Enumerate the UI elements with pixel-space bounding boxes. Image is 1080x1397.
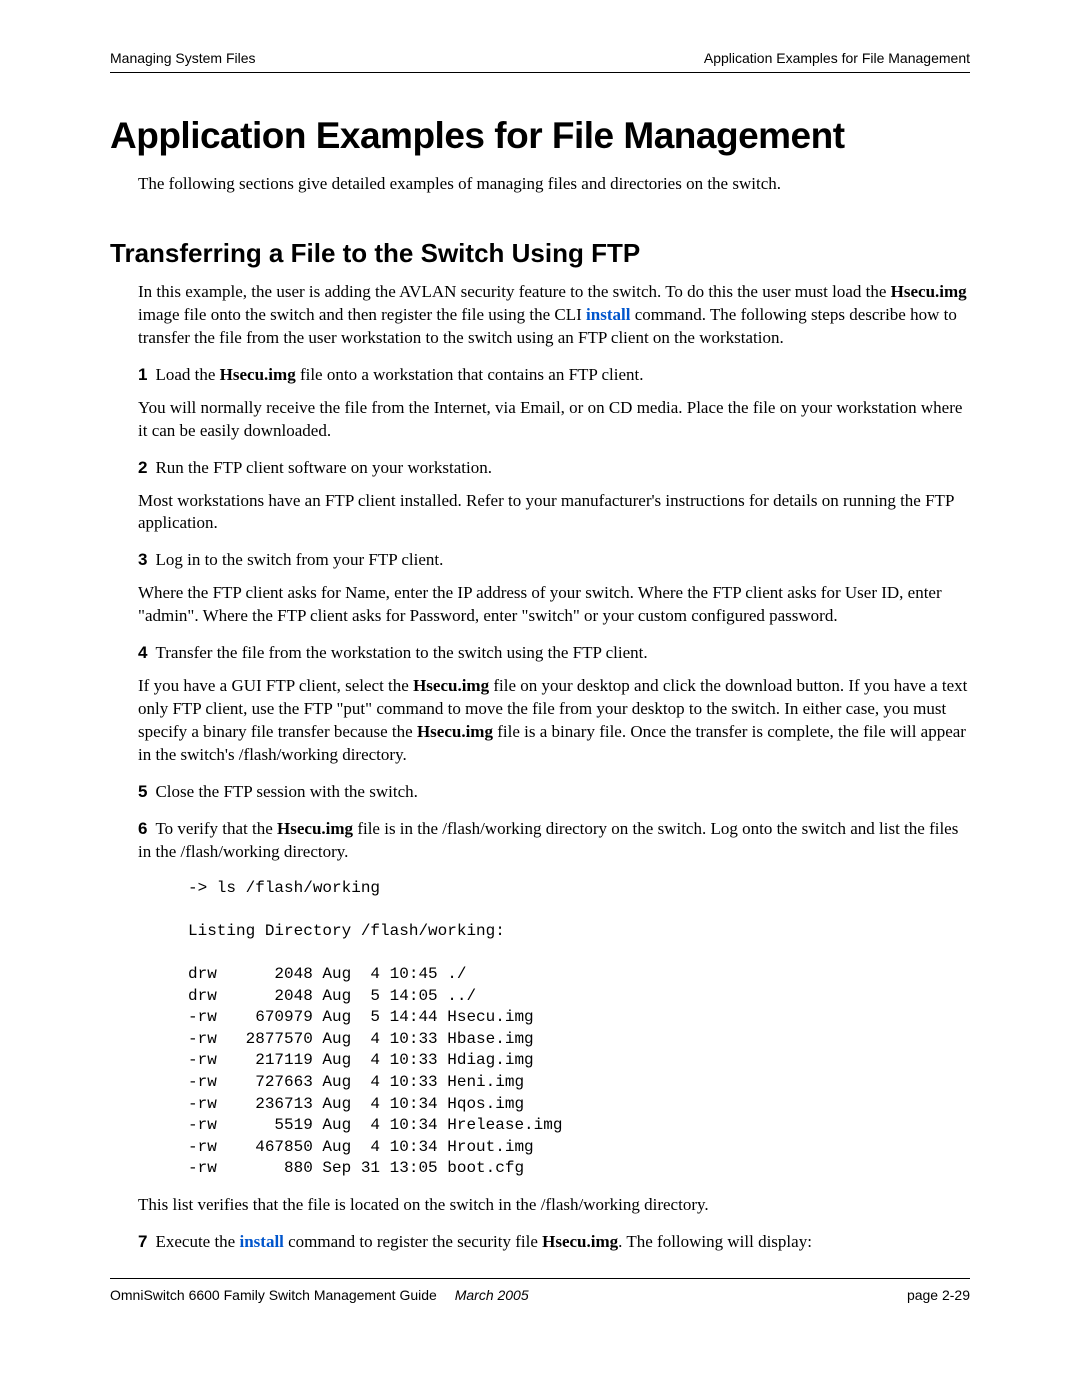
text: Log in to the switch from your FTP clien…: [155, 550, 443, 569]
footer-page: page 2-29: [907, 1287, 970, 1303]
step-2: 2 Run the FTP client software on your wor…: [138, 457, 970, 480]
footer-date: March 2005: [455, 1287, 529, 1303]
paragraph: This list verifies that the file is loca…: [138, 1194, 970, 1217]
text: image file onto the switch and then regi…: [138, 305, 586, 324]
body-block: In this example, the user is adding the …: [138, 281, 970, 1254]
paragraph: Most workstations have an FTP client ins…: [138, 490, 970, 536]
filename: Hsecu.img: [891, 282, 967, 301]
text: Load the: [155, 365, 219, 384]
paragraph: In this example, the user is adding the …: [138, 281, 970, 350]
step-1: 1 Load the Hsecu.img file onto a workstat…: [138, 364, 970, 387]
page: Managing System Files Application Exampl…: [0, 0, 1080, 1397]
text: . The following will display:: [618, 1232, 812, 1251]
section-title: Transferring a File to the Switch Using …: [110, 238, 970, 269]
footer-left: OmniSwitch 6600 Family Switch Management…: [110, 1287, 529, 1303]
step-4: 4 Transfer the file from the workstation …: [138, 642, 970, 665]
text: Execute the: [155, 1232, 239, 1251]
running-footer: OmniSwitch 6600 Family Switch Management…: [110, 1278, 970, 1303]
paragraph: Where the FTP client asks for Name, ente…: [138, 582, 970, 628]
running-header: Managing System Files Application Exampl…: [110, 50, 970, 73]
text: If you have a GUI FTP client, select the: [138, 676, 413, 695]
step-number: 1: [138, 365, 147, 384]
step-6: 6To verify that the Hsecu.img file is in…: [138, 818, 970, 864]
header-left: Managing System Files: [110, 50, 256, 66]
text: file onto a workstation that contains an…: [296, 365, 644, 384]
step-number: 4: [138, 643, 147, 662]
step-5: 5 Close the FTP session with the switch.: [138, 781, 970, 804]
filename: Hsecu.img: [542, 1232, 618, 1251]
step-7: 7 Execute the install command to register…: [138, 1231, 970, 1254]
filename: Hsecu.img: [417, 722, 493, 741]
paragraph: You will normally receive the file from …: [138, 397, 970, 443]
page-title: Application Examples for File Management: [110, 115, 970, 157]
step-3: 3 Log in to the switch from your FTP clie…: [138, 549, 970, 572]
text: In this example, the user is adding the …: [138, 282, 891, 301]
command-link[interactable]: install: [586, 305, 630, 324]
terminal-listing: -> ls /flash/working Listing Directory /…: [188, 878, 970, 1180]
step-number: 5: [138, 782, 147, 801]
step-number: 2: [138, 458, 147, 477]
text: command to register the security file: [284, 1232, 542, 1251]
header-right: Application Examples for File Management: [704, 50, 970, 66]
text: Transfer the file from the workstation t…: [155, 643, 647, 662]
filename: Hsecu.img: [413, 676, 489, 695]
paragraph: If you have a GUI FTP client, select the…: [138, 675, 970, 767]
text: To verify that the: [155, 819, 277, 838]
command-link[interactable]: install: [239, 1232, 283, 1251]
footer-guide: OmniSwitch 6600 Family Switch Management…: [110, 1287, 437, 1303]
filename: Hsecu.img: [277, 819, 353, 838]
step-number: 6: [138, 819, 147, 838]
step-number: 3: [138, 550, 147, 569]
step-number: 7: [138, 1232, 147, 1251]
filename: Hsecu.img: [220, 365, 296, 384]
text: Run the FTP client software on your work…: [155, 458, 492, 477]
intro-paragraph: The following sections give detailed exa…: [138, 173, 970, 196]
text: Close the FTP session with the switch.: [155, 782, 417, 801]
